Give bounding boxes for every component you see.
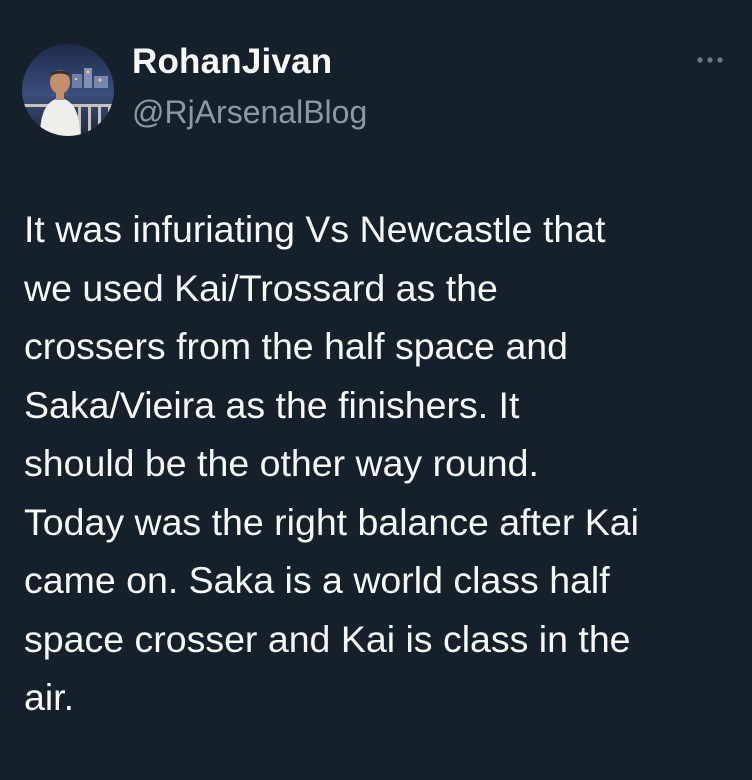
author-display-name[interactable]: RohanJivan [132, 40, 367, 84]
author-names: RohanJivan @RjArsenalBlog [132, 40, 367, 134]
tweet-text: It was infuriating Vs Newcastle that we … [24, 208, 639, 718]
profile-photo-icon [22, 44, 114, 136]
tweet-card: RohanJivan @RjArsenalBlog It was infuria… [0, 0, 752, 780]
author-handle[interactable]: @RjArsenalBlog [132, 90, 367, 134]
more-options-icon [697, 57, 723, 63]
avatar[interactable] [22, 44, 114, 136]
more-options-button[interactable] [690, 48, 730, 72]
